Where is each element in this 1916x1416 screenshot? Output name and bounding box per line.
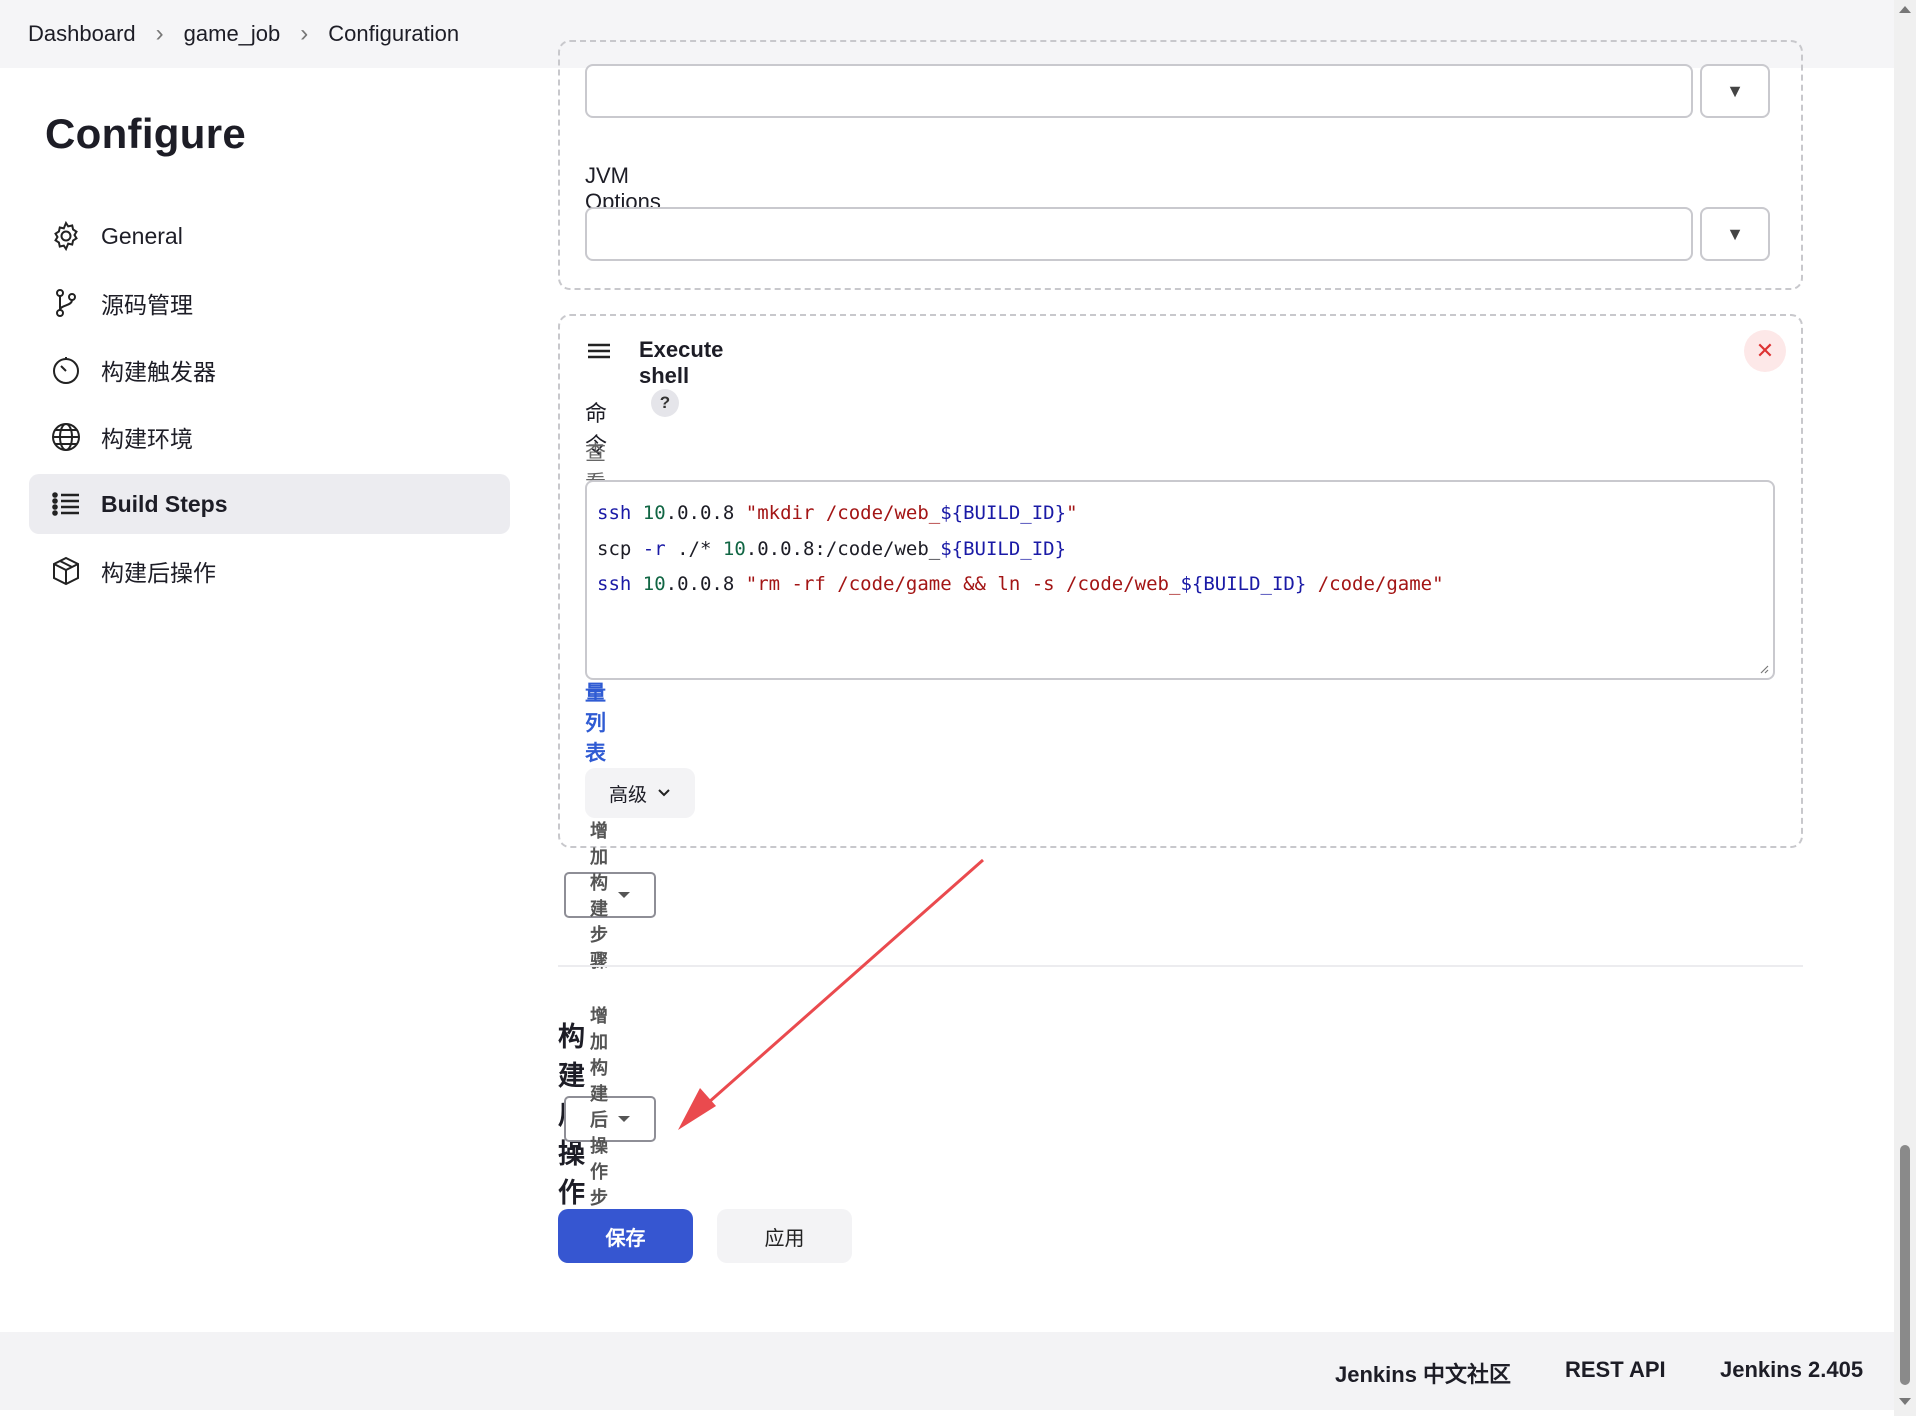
footer-rest-api-link[interactable]: REST API — [1565, 1357, 1666, 1383]
scrollbar-thumb[interactable] — [1900, 1145, 1910, 1385]
footer: Jenkins 中文社区 REST API Jenkins 2.405 — [0, 1332, 1894, 1410]
footer-community-link[interactable]: Jenkins 中文社区 — [1335, 1357, 1511, 1389]
footer-version-link[interactable]: Jenkins 2.405 — [1720, 1357, 1863, 1383]
scroll-down-icon[interactable] — [1899, 1398, 1911, 1405]
annotation-arrow-icon — [678, 858, 984, 1130]
vertical-scrollbar[interactable] — [1894, 0, 1916, 1416]
scroll-up-icon[interactable] — [1899, 6, 1911, 13]
